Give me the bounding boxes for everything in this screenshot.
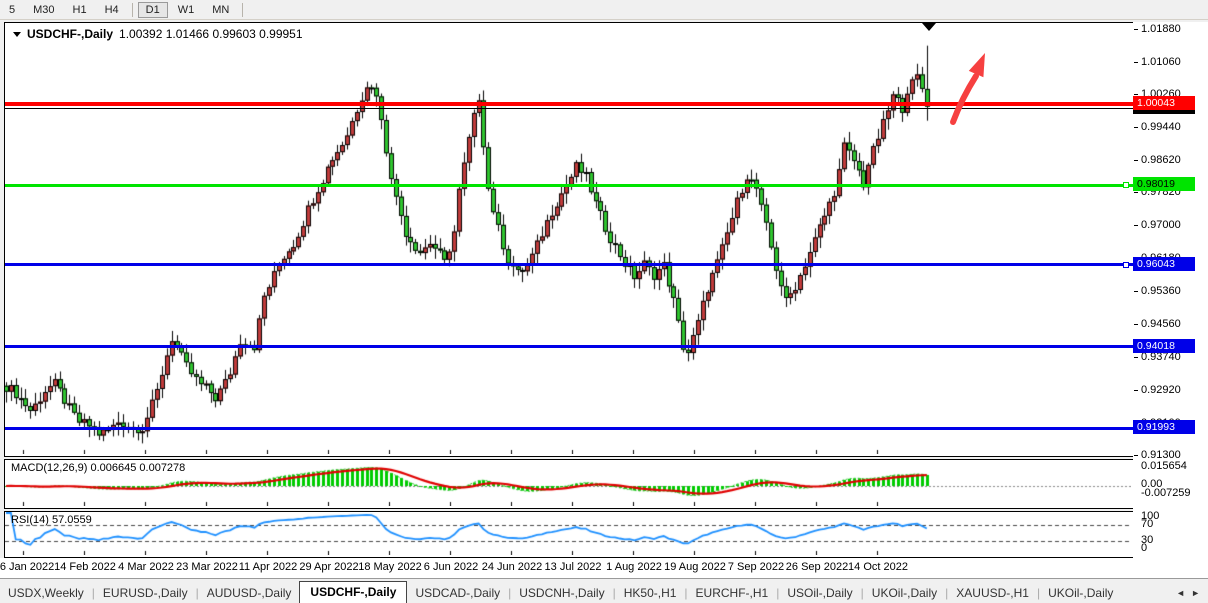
toolbar-separator [132, 3, 133, 17]
price-axis-tick [1134, 29, 1138, 30]
macd-axis-label: -0.007259 [1141, 487, 1191, 499]
timeframe-button-mn[interactable]: MN [204, 2, 237, 18]
chart-tab-bar: USDX,Weekly|EURUSD-,Daily|AUDUSD-,DailyU… [0, 578, 1208, 603]
price-axis-label: 0.99440 [1141, 121, 1181, 133]
date-label: 18 May 2022 [358, 561, 422, 573]
macd-label: MACD(12,26,9) 0.006645 0.007278 [11, 462, 185, 474]
blue-level-badge-1: 0.96043 [1133, 257, 1195, 271]
toolbar-separator [242, 3, 243, 17]
tab-eurchf-h1[interactable]: EURCHF-,H1 [688, 583, 777, 603]
price-axis-label: 0.95360 [1141, 285, 1181, 297]
price-axis-label: 0.94560 [1141, 318, 1181, 330]
price-axis-label: 0.97000 [1141, 219, 1181, 231]
price-axis-label: 0.92920 [1141, 384, 1181, 396]
date-label: 24 Jun 2022 [482, 561, 543, 573]
rsi-axis-label: 0 [1141, 542, 1147, 554]
time-axis[interactable]: 26 Jan 202214 Feb 20224 Mar 202223 Mar 2… [0, 558, 1208, 578]
chevron-down-icon[interactable] [13, 32, 21, 37]
price-axis-tick [1134, 357, 1138, 358]
tab-scroll-arrows: ◄► [1176, 588, 1208, 603]
price-axis-tick [1134, 291, 1138, 292]
price-axis-label: 1.01880 [1141, 23, 1181, 35]
blue-level-badge-2: 0.94018 [1133, 339, 1195, 353]
price-axis-tick [1134, 160, 1138, 161]
price-axis[interactable]: 1.018801.010601.002600.994400.986200.978… [1133, 22, 1208, 558]
date-label: 14 Oct 2022 [848, 561, 908, 573]
timeframe-button-h4[interactable]: H4 [97, 2, 127, 18]
tab-scroll-left-icon[interactable]: ◄ [1176, 588, 1185, 598]
price-axis-tick [1134, 192, 1138, 193]
macd-axis-label: 0.015654 [1141, 460, 1187, 472]
tab-usdcnh-daily[interactable]: USDCNH-,Daily [511, 583, 612, 603]
blue-level-line-3[interactable] [5, 427, 1133, 430]
tab-audusd-daily[interactable]: AUDUSD-,Daily [199, 583, 300, 603]
blue-level-line-2[interactable] [5, 345, 1133, 348]
price-axis-tick [1134, 390, 1138, 391]
price-axis-label: 1.01060 [1141, 56, 1181, 68]
timeframe-toolbar: 5M30H1H4 D1W1MN [0, 0, 1208, 20]
tab-usoil-daily[interactable]: USOil-,Daily [779, 583, 860, 603]
chart-shift-marker-icon[interactable] [922, 23, 936, 31]
tab-scroll-right-icon[interactable]: ► [1191, 588, 1200, 598]
date-label: 29 Apr 2022 [299, 561, 358, 573]
mt4-chart-window: 5M30H1H4 D1W1MN USDCHF-,Daily 1.00392 1.0… [0, 0, 1208, 603]
blue-level-badge-3: 0.91993 [1133, 420, 1195, 434]
rsi-canvas[interactable] [5, 512, 1131, 555]
date-label: 11 Apr 2022 [239, 561, 298, 573]
chart-ohlc-values: 1.00392 1.01466 0.99603 0.99951 [119, 27, 303, 41]
green-support-line-handle[interactable] [1123, 182, 1129, 188]
price-axis-label: 0.98620 [1141, 154, 1181, 166]
date-label: 14 Feb 2022 [54, 561, 116, 573]
timeframe-button-h1[interactable]: H1 [65, 2, 95, 18]
timeframe-button-5[interactable]: 5 [1, 2, 23, 18]
date-label: 7 Sep 2022 [728, 561, 784, 573]
date-label: 1 Aug 2022 [606, 561, 662, 573]
tab-usdx-weekly[interactable]: USDX,Weekly [0, 583, 92, 603]
rsi-axis-label: 70 [1141, 518, 1153, 530]
timeframe-button-d1[interactable]: D1 [138, 2, 168, 18]
rsi-label: RSI(14) 57.0559 [11, 514, 92, 526]
up-arrow-annotation[interactable] [938, 42, 996, 130]
date-label: 19 Aug 2022 [664, 561, 726, 573]
tab-xauusd-h1[interactable]: XAUUSD-,H1 [948, 583, 1037, 603]
price-axis-tick [1134, 225, 1138, 226]
date-label: 26 Sep 2022 [786, 561, 848, 573]
price-axis-tick [1134, 62, 1138, 63]
price-axis-tick [1134, 455, 1138, 456]
rsi-indicator-pane[interactable]: RSI(14) 57.0559 [4, 511, 1134, 558]
date-label: 6 Jun 2022 [424, 561, 478, 573]
macd-indicator-pane[interactable]: MACD(12,26,9) 0.006645 0.007278 [4, 459, 1134, 509]
timeframe-button-w1[interactable]: W1 [170, 2, 203, 18]
date-label: 13 Jul 2022 [545, 561, 602, 573]
tab-usdchf-daily[interactable]: USDCHF-,Daily [299, 581, 407, 603]
tab-eurusd-daily[interactable]: EURUSD-,Daily [95, 583, 196, 603]
tab-ukoil-daily[interactable]: UKOil-,Daily [864, 583, 945, 603]
chart-title: USDCHF-,Daily 1.00392 1.01466 0.99603 0.… [13, 27, 303, 41]
resistance-price-badge: 1.00043 [1133, 96, 1195, 110]
date-label: 26 Jan 2022 [0, 561, 54, 573]
date-label: 23 Mar 2022 [176, 561, 238, 573]
tab-hk50-h1[interactable]: HK50-,H1 [616, 583, 685, 603]
price-axis-tick [1134, 127, 1138, 128]
date-label: 4 Mar 2022 [118, 561, 174, 573]
timeframe-button-m30[interactable]: M30 [25, 2, 62, 18]
price-axis-tick [1134, 324, 1138, 325]
tab-usdcad-daily[interactable]: USDCAD-,Daily [407, 583, 508, 603]
blue-level-line-1-handle[interactable] [1123, 262, 1129, 268]
green-level-badge: 0.98019 [1133, 177, 1195, 191]
blue-level-line-1[interactable] [5, 263, 1133, 266]
green-support-line[interactable] [5, 184, 1133, 187]
tab-ukoil-daily[interactable]: UKOil-,Daily [1040, 583, 1121, 603]
chart-symbol-label: USDCHF-,Daily [27, 27, 113, 41]
